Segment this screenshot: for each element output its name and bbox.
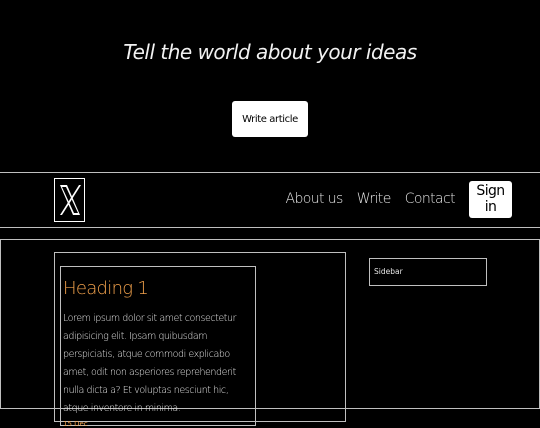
nav-link-about-us[interactable]: About us <box>286 191 344 207</box>
logo[interactable] <box>54 178 85 222</box>
article-date: 15 Dec <box>63 420 88 428</box>
nav-link-write[interactable]: Write <box>357 191 392 207</box>
content-column: Heading 1 Lorem ipsum dolor sit amet con… <box>54 252 346 428</box>
write-article-button[interactable]: Write article <box>232 101 308 137</box>
navbar: About us Write Contact Sign in <box>0 172 540 228</box>
nav-links: About us Write Contact Sign in <box>272 180 512 218</box>
article-card[interactable]: Heading 1 Lorem ipsum dolor sit amet con… <box>60 266 256 428</box>
hero-section: Tell the world about your ideas Write ar… <box>0 0 540 172</box>
x-logo-icon <box>59 185 81 215</box>
sidebar: Sidebar <box>369 258 487 286</box>
hero-tagline: Tell the world about your ideas <box>123 40 417 64</box>
main-area: Heading 1 Lorem ipsum dolor sit amet con… <box>0 239 540 428</box>
sign-in-button[interactable]: Sign in <box>469 180 512 218</box>
article-heading[interactable]: Heading 1 <box>63 276 255 302</box>
article-body: Lorem ipsum dolor sit amet consectetur a… <box>63 313 237 414</box>
nav-link-contact[interactable]: Contact <box>405 191 456 207</box>
